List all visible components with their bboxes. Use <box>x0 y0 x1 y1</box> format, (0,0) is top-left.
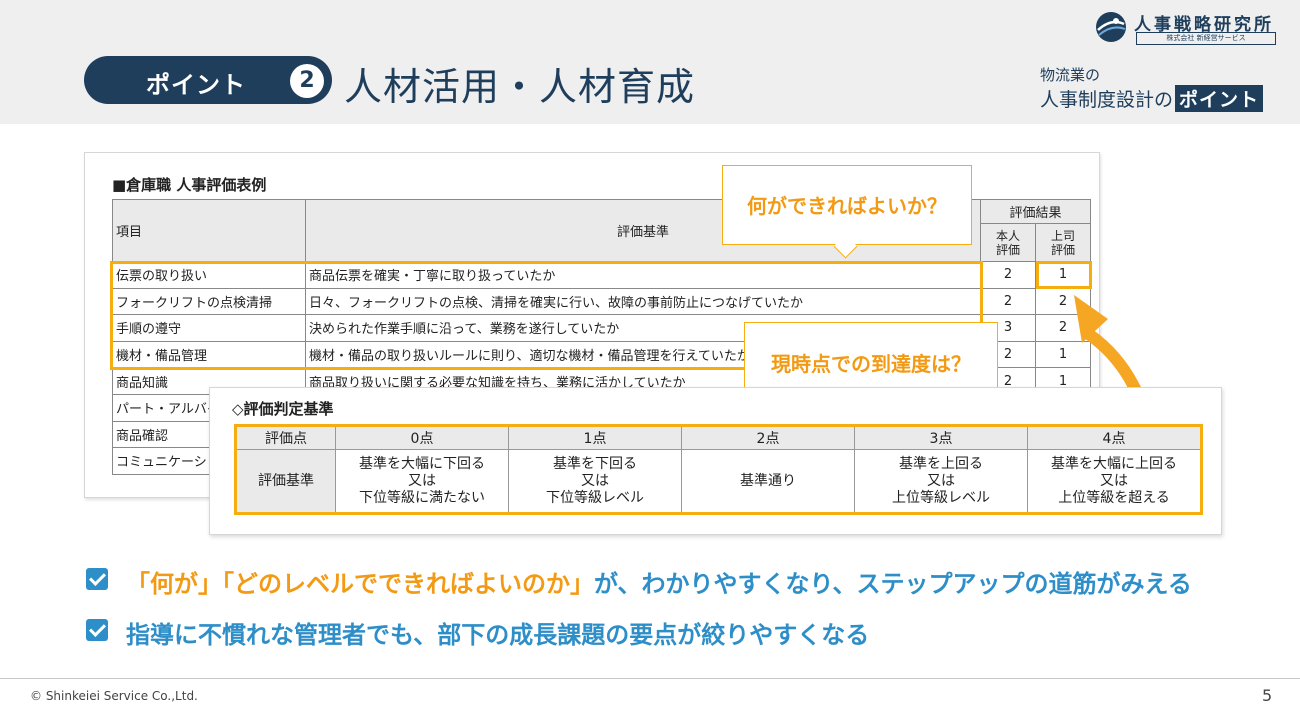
header-boss-eval: 上司 評価 <box>1034 223 1092 262</box>
series-label-top: 物流業の <box>1040 66 1101 84</box>
series-badge: ポイント <box>1175 85 1264 112</box>
criteria-point-3: 3点 <box>854 425 1028 450</box>
header-item: 項目 <box>112 199 306 262</box>
criteria-row-label: 評価基準 <box>235 449 336 514</box>
company-logo: 人事戦略研究所 株式会社 新経営サービス <box>1094 8 1284 48</box>
criteria-desc-4: 基準を大幅に上回る 又は 上位等級を超える <box>1027 449 1202 514</box>
criteria-desc-1: 基準を下回る 又は 下位等級レベル <box>508 449 682 514</box>
criteria-title: ◇評価判定基準 <box>232 400 334 418</box>
bullet-1-highlight: 「何が」「どのレベルでできればよいのか」 <box>126 570 594 598</box>
series-label: 物流業の 人事制度設計の ポイント <box>1040 64 1280 112</box>
criteria-table: 評価点 0点 1点 2点 3点 4点 評価基準 基準を大幅に下回る 又は 下位等… <box>234 424 1203 515</box>
point-pill-label: ポイント <box>146 71 246 99</box>
criteria-point-1: 1点 <box>508 425 682 450</box>
bullet-1-rest: が、わかりやすくなり、ステップアップの道筋がみえる <box>594 570 1192 598</box>
bullet-1-text: 「何が」「どのレベルでできればよいのか」が、わかりやすくなり、ステップアップの道… <box>126 564 1192 599</box>
checkbox-icon <box>86 568 108 590</box>
header-self-eval: 本人 評価 <box>980 223 1036 262</box>
checkbox-icon <box>86 619 108 641</box>
series-label-bottom: 人事制度設計の ポイント <box>1040 85 1280 112</box>
criteria-point-4: 4点 <box>1027 425 1202 450</box>
criteria-point-2: 2点 <box>681 425 855 450</box>
criteria-col-label: 評価点 <box>235 425 336 450</box>
criteria-desc-2: 基準通り <box>681 449 855 514</box>
callout-what-to-do: 何ができればよいか？ <box>722 165 972 245</box>
page-title: 人材活用・人材育成 <box>344 65 696 109</box>
criteria-desc-3: 基準を上回る 又は 上位等級レベル <box>854 449 1028 514</box>
evaluation-sheet-title: ■倉庫職 人事評価表例 <box>112 176 267 194</box>
page-number: 5 <box>1262 686 1273 705</box>
footer-divider <box>0 678 1300 679</box>
globe-logo-icon <box>1096 12 1126 42</box>
header-result: 評価結果 <box>979 199 1092 224</box>
copyright: © Shinkeiei Service Co.,Ltd. <box>30 689 198 703</box>
row-self-score: 2 <box>980 261 1036 289</box>
logo-subtitle: 株式会社 新経営サービス <box>1136 32 1276 45</box>
criteria-point-0: 0点 <box>335 425 509 450</box>
criteria-desc-0: 基準を大幅に下回る 又は 下位等級に満たない <box>335 449 509 514</box>
series-label-text: 人事制度設計の <box>1040 89 1174 111</box>
point-number-badge: 2 <box>290 64 324 98</box>
bullet-2-text: 指導に不慣れな管理者でも、部下の成長課題の要点が絞りやすくなる <box>126 621 870 649</box>
row-self-score: 2 <box>980 287 1036 316</box>
